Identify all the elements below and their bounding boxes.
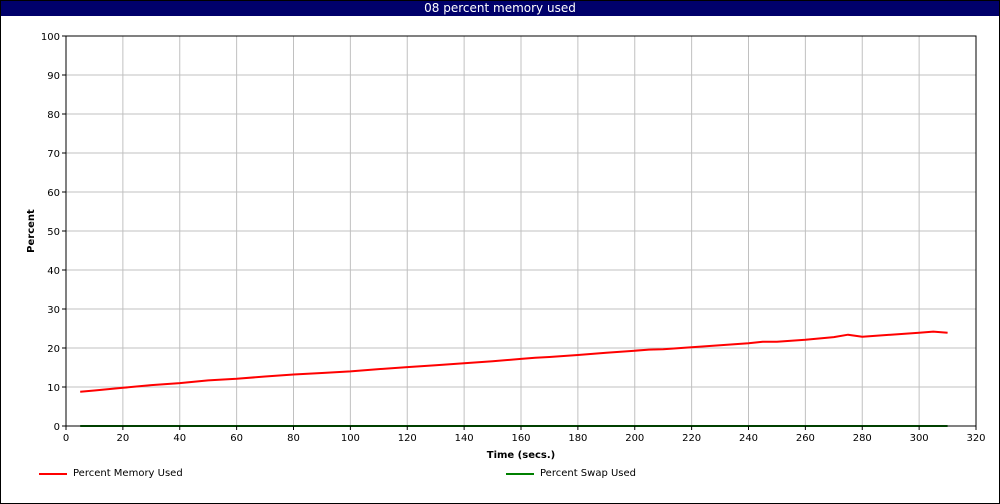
x-tick-label: 320 — [966, 433, 985, 444]
x-tick-label: 80 — [287, 433, 300, 444]
x-tick-label: 220 — [682, 433, 701, 444]
legend-swatch-swap — [506, 473, 534, 475]
x-tick-label: 300 — [910, 433, 929, 444]
x-tick-label: 200 — [625, 433, 644, 444]
y-tick-label: 50 — [47, 227, 60, 238]
y-tick-label: 30 — [47, 305, 60, 316]
x-tick-label: 120 — [398, 433, 417, 444]
y-tick-label: 20 — [47, 344, 60, 355]
y-tick-label: 0 — [54, 422, 60, 433]
x-tick-label: 100 — [341, 433, 360, 444]
y-tick-label: 100 — [41, 32, 60, 43]
y-tick-label: 90 — [47, 71, 60, 82]
y-axis-title: Percent — [26, 209, 37, 253]
x-tick-label: 60 — [230, 433, 243, 444]
x-tick-label: 140 — [455, 433, 474, 444]
legend-swatch-memory — [39, 473, 67, 475]
x-tick-label: 160 — [511, 433, 530, 444]
x-tick-label: 40 — [173, 433, 186, 444]
y-tick-label: 40 — [47, 266, 60, 277]
y-tick-label: 70 — [47, 149, 60, 160]
x-tick-label: 0 — [63, 433, 69, 444]
legend-label-swap: Percent Swap Used — [540, 468, 637, 479]
legend-item-swap: Percent Swap Used — [506, 467, 636, 481]
x-tick-label: 180 — [568, 433, 587, 444]
legend-item-memory: Percent Memory Used — [39, 467, 183, 481]
x-tick-label: 20 — [117, 433, 130, 444]
x-tick-label: 260 — [796, 433, 815, 444]
x-axis-title: Time (secs.) — [487, 450, 556, 461]
x-tick-label: 240 — [739, 433, 758, 444]
y-tick-label: 60 — [47, 188, 60, 199]
x-tick-label: 280 — [853, 433, 872, 444]
y-tick-label: 80 — [47, 110, 60, 121]
chart-window: 08 percent memory used 0 20 40 60 80 100 120 14… — [0, 0, 1000, 504]
line-chart: 0 20 40 60 80 100 120 140 160 180 200 220 240 260 280 3… — [26, 32, 986, 461]
legend-label-memory: Percent Memory Used — [73, 468, 183, 479]
y-tick-label: 10 — [47, 383, 60, 394]
